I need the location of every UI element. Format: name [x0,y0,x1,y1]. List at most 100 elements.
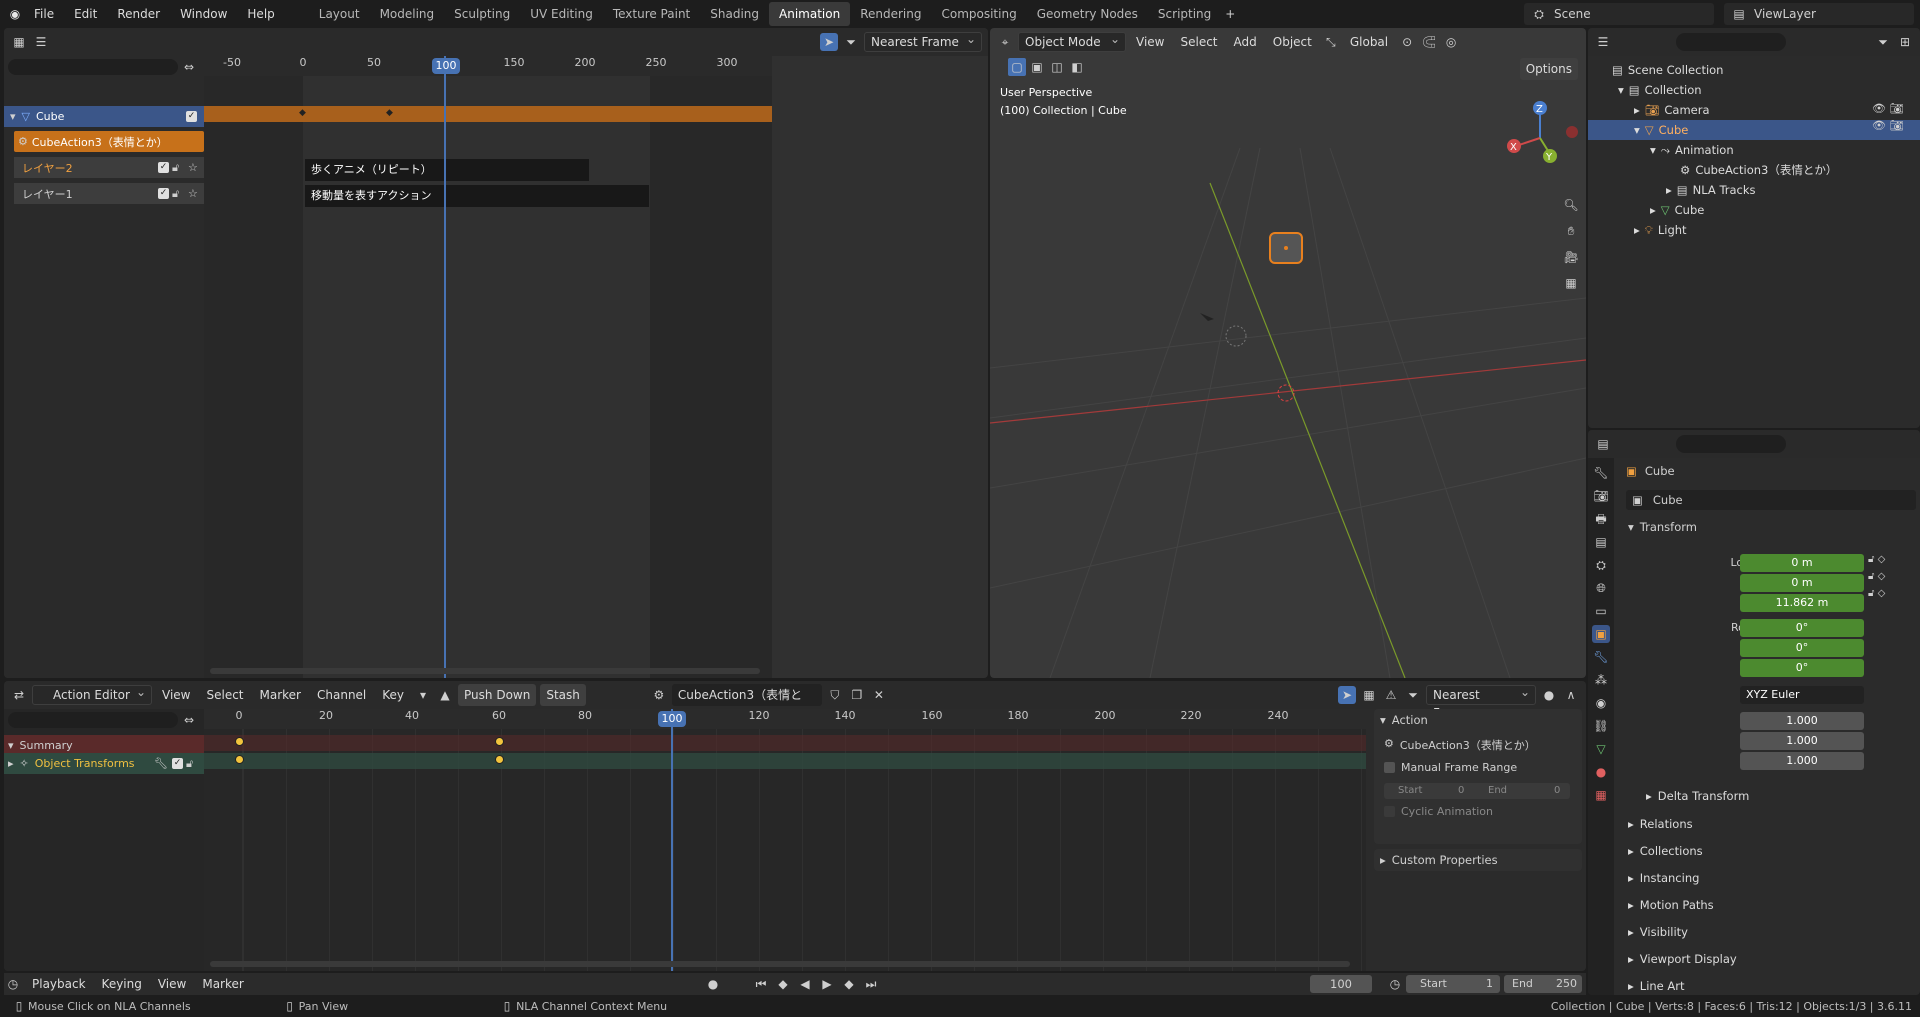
expand-icon[interactable]: ▾ [1650,143,1656,157]
expand-icon[interactable]: ▸ [1650,203,1656,217]
output-icon[interactable]: 🖶︎ [1592,510,1610,528]
action-track[interactable]: ◆ ◆ [204,106,772,122]
editor-type-icon[interactable]: ☰ [1594,33,1612,51]
manual-range-checkbox[interactable] [1384,762,1395,773]
tab-layout[interactable]: Layout [309,2,370,26]
extend-icon[interactable]: ▣ [1028,58,1046,76]
lock-icon[interactable]: 🔓︎ ◇ [1868,554,1885,565]
solo-star-icon[interactable]: ☆ [188,161,198,174]
outliner-cube[interactable]: ▾ ▽ Cube [1634,120,1688,140]
section-relations[interactable]: ▸ Relations [1628,813,1693,835]
tab-rendering[interactable]: Rendering [850,2,931,26]
hamburger-menu-icon[interactable]: ☰ [32,33,50,51]
outliner-action[interactable]: ⚙ CubeAction3（表情とか） [1680,160,1837,180]
scene-selector[interactable]: ⛭ Scene [1524,3,1714,25]
strip-walk[interactable]: 歩くアニメ（リピート） [305,159,589,181]
keyframe-dot[interactable] [235,737,244,746]
outliner-search[interactable] [1676,33,1786,51]
swap-icon[interactable]: ⇔ [180,711,198,729]
subtract-icon[interactable]: ◫ [1048,58,1066,76]
end-frame-field[interactable]: End 250 [1504,975,1582,993]
scale-y-field[interactable]: 1.000 [1740,732,1864,750]
location-y-field[interactable]: 0 m [1740,574,1864,592]
falloff-icon[interactable]: ∧ [1562,686,1580,704]
tab-scripting[interactable]: Scripting [1148,2,1221,26]
ae-playhead[interactable] [671,709,673,971]
zoom-icon[interactable]: 🔍︎ [1562,196,1580,214]
material-icon[interactable]: ● [1592,763,1610,781]
errors-icon[interactable]: ⚠ [1382,686,1400,704]
texture-icon[interactable]: ▦ [1592,786,1610,804]
strip-move[interactable]: 移動量を表すアクション [305,185,649,207]
custom-properties-panel[interactable]: ▸ Custom Properties [1374,849,1582,871]
up-arrow-icon[interactable]: ▲ [436,686,454,704]
viewport-menu-add[interactable]: Add [1228,31,1263,53]
lock-icon[interactable]: 🔓︎ ◇ [1868,588,1885,599]
channel-search[interactable] [8,59,178,75]
unlink-action-icon[interactable]: ✕ [870,686,888,704]
tl-menu-view[interactable]: View [152,973,192,995]
current-frame-badge[interactable]: 100 [432,58,460,74]
pivot-icon[interactable]: ⊙ [1398,33,1416,51]
editor-type-icon[interactable]: ⇄ [10,686,28,704]
tab-compositing[interactable]: Compositing [931,2,1026,26]
outliner-camera[interactable]: ▸ 📷︎ Camera [1634,100,1710,120]
viewport-3d[interactable]: ⌖ Object Mode View Select Add Object ⤡ G… [990,28,1586,678]
editor-mode-dropdown[interactable]: Action Editor [32,683,152,705]
next-key-icon[interactable]: ◆ [840,975,858,993]
section-motion-paths[interactable]: ▸ Motion Paths [1628,894,1714,916]
intersect-icon[interactable]: ◧ [1068,58,1086,76]
mode-dropdown[interactable]: Object Mode [1018,30,1126,52]
expand-icon[interactable]: ▸ [1634,103,1640,117]
rotation-mode-dropdown[interactable]: XYZ Euler [1740,686,1864,704]
ae-ruler[interactable]: 0 20 40 60 80 120 140 160 180 200 220 24… [204,709,1366,729]
action-panel-header[interactable]: ▾ Action [1380,713,1428,727]
outliner-animation[interactable]: ▾ ⤳ Animation [1650,140,1734,160]
tab-sculpting[interactable]: Sculpting [444,2,520,26]
ae-snap-dropdown[interactable]: Nearest Frame [1426,683,1536,720]
ae-menu-marker[interactable]: Marker [254,684,307,706]
action-name-field[interactable]: CubeAction3（表情とか） [671,684,822,724]
nla-snap-dropdown[interactable]: Nearest Frame [864,30,982,52]
viewport-menu-select[interactable]: Select [1174,31,1223,53]
outliner-scene-collection[interactable]: ▤ Scene Collection [1612,60,1723,80]
outliner-nla-tracks[interactable]: ▸ ▤ NLA Tracks [1666,180,1756,200]
ae-horizontal-scrollbar[interactable] [210,961,1350,967]
object-checkbox[interactable]: ✓ [186,111,197,122]
keyframe-type-icon[interactable]: ▾ [414,686,432,704]
nla-action-row[interactable]: ⚙ CubeAction3（表情とか） [14,131,204,152]
filter-icon[interactable]: ⏷ [842,33,860,51]
expand-icon[interactable]: ▸ [1666,183,1672,197]
viewport-menu-object[interactable]: Object [1267,31,1318,53]
wrench-icon[interactable]: 🔧︎ [154,757,168,770]
eye-icon[interactable]: 👁︎ 📷︎ [1872,102,1903,115]
play-reverse-icon[interactable]: ◀ [796,975,814,993]
viewport-menu-view[interactable]: View [1130,31,1170,53]
ortho-grid-icon[interactable]: ▦ [1562,274,1580,292]
tab-texture-paint[interactable]: Texture Paint [603,2,700,26]
object-props-icon[interactable]: ▣ [1592,625,1610,643]
hidden-icon[interactable]: ▦ [1360,686,1378,704]
current-frame-field[interactable]: 100 [1310,975,1372,993]
orientation-dropdown[interactable]: Global [1344,31,1394,53]
nla-ruler[interactable]: -50 0 50 150 200 250 300 [204,56,772,76]
nla-layer2-row[interactable]: レイヤー2 ✓ 🔓︎ ☆ [14,157,204,178]
camera-view-icon[interactable]: 🎥︎ [1562,248,1580,266]
solo-star-icon[interactable]: ☆ [188,187,198,200]
ae-menu-view[interactable]: View [156,684,196,706]
select-box-icon[interactable]: ▢ [1008,58,1026,76]
outliner-light[interactable]: ▸ 💡︎ Light [1634,220,1687,240]
editor-type-icon[interactable]: ▤ [1594,435,1612,453]
keyframe-dot[interactable] [495,755,504,764]
playhead[interactable] [444,56,446,678]
nla-object-row[interactable]: ▾ ▽ Cube ✓ [4,106,204,127]
lock-icon[interactable]: 🔓︎ [186,757,193,771]
snap-icon[interactable]: 🧲︎ [1420,33,1438,51]
timeline-editor-icon[interactable]: ◷ [4,975,22,993]
manual-range-row[interactable]: Manual Frame Range [1384,761,1517,774]
nla-layer1-row[interactable]: レイヤー1 ✓ 🔓︎ ☆ [14,183,204,204]
channel-checkbox[interactable]: ✓ [172,758,183,769]
editor-type-icon[interactable]: ⌖ [996,33,1014,51]
only-selected-icon[interactable]: ➤ [1338,686,1356,704]
expand-icon[interactable]: ▸ [8,757,14,770]
